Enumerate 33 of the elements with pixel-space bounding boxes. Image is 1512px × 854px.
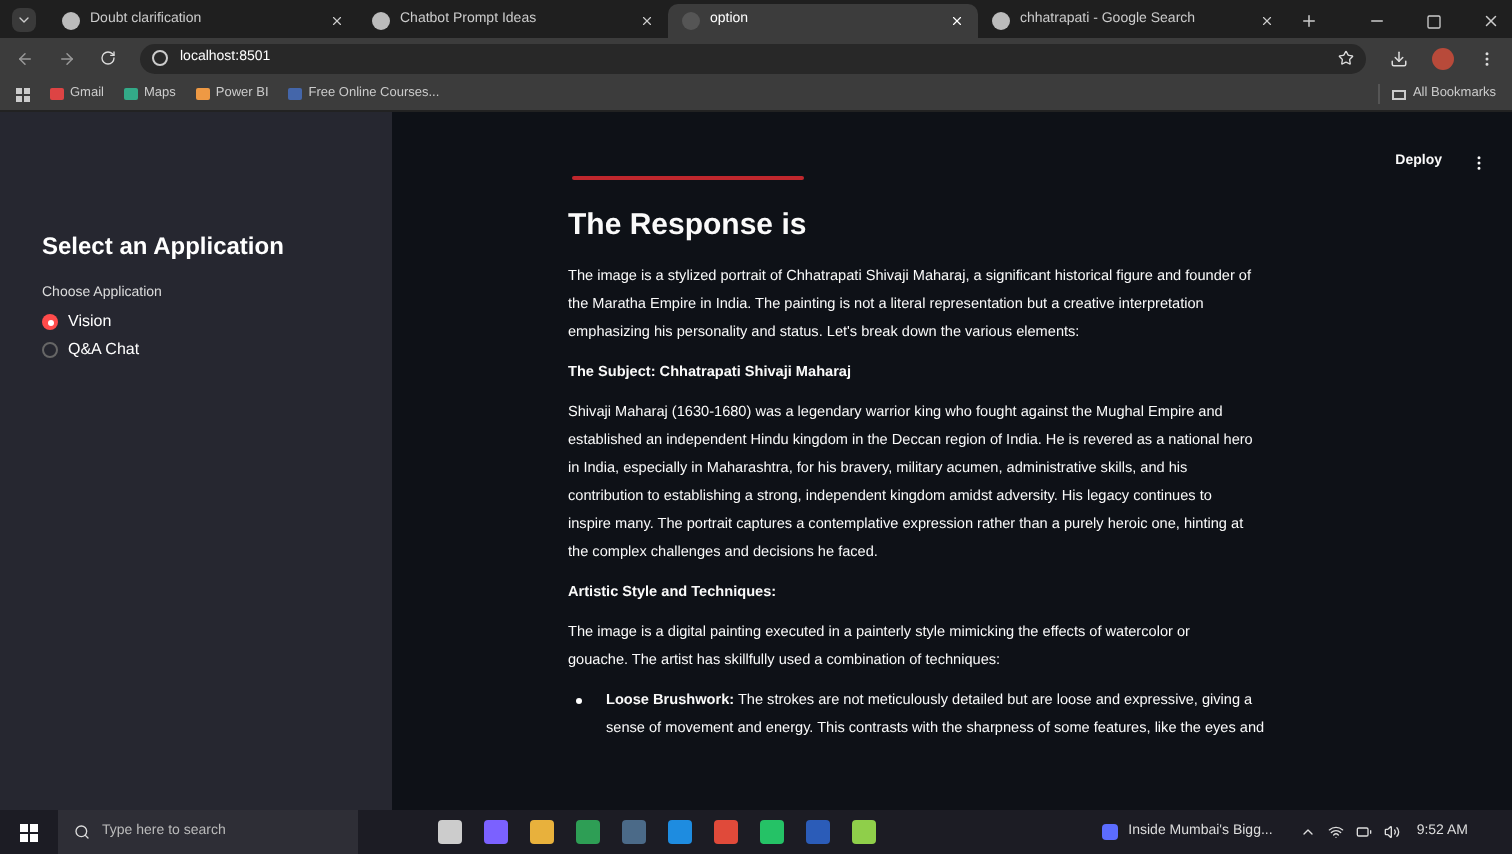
battery-icon[interactable] (1356, 824, 1373, 840)
radio-label: Vision (68, 310, 112, 334)
network-icon[interactable] (1328, 824, 1345, 840)
response-heading: The Response is (568, 206, 809, 246)
star-icon[interactable] (1338, 50, 1354, 66)
radio-button[interactable] (42, 314, 58, 330)
forward-icon[interactable] (58, 49, 76, 67)
tray-overflow-icon[interactable] (1300, 824, 1317, 840)
favicon-icon (682, 12, 700, 30)
new-tab-icon[interactable] (1300, 12, 1318, 30)
close-icon[interactable] (1482, 12, 1500, 30)
restore-icon[interactable] (1426, 14, 1442, 30)
radio-button[interactable] (42, 342, 58, 358)
close-icon[interactable] (640, 14, 654, 28)
windows-icon[interactable] (20, 823, 38, 841)
download-icon[interactable] (1390, 49, 1408, 67)
site-info-icon (152, 50, 168, 66)
favicon-icon (62, 12, 80, 30)
favicon-icon (372, 12, 390, 30)
apps-icon[interactable] (16, 87, 30, 101)
sidebar-title: Select an Application (42, 230, 286, 264)
close-icon[interactable] (1260, 14, 1274, 28)
favicon-icon (992, 12, 1010, 30)
close-icon[interactable] (330, 14, 344, 28)
radio-option[interactable]: Vision (42, 311, 392, 333)
bullet-icon (576, 697, 582, 703)
search-icon (74, 824, 90, 840)
volume-icon[interactable] (1384, 824, 1401, 840)
radio-label: Q&A Chat (68, 338, 140, 362)
radio-option[interactable]: Q&A Chat (42, 339, 392, 361)
tab-search-icon[interactable] (12, 8, 36, 32)
reload-icon[interactable] (100, 50, 116, 66)
back-icon[interactable] (16, 49, 34, 67)
